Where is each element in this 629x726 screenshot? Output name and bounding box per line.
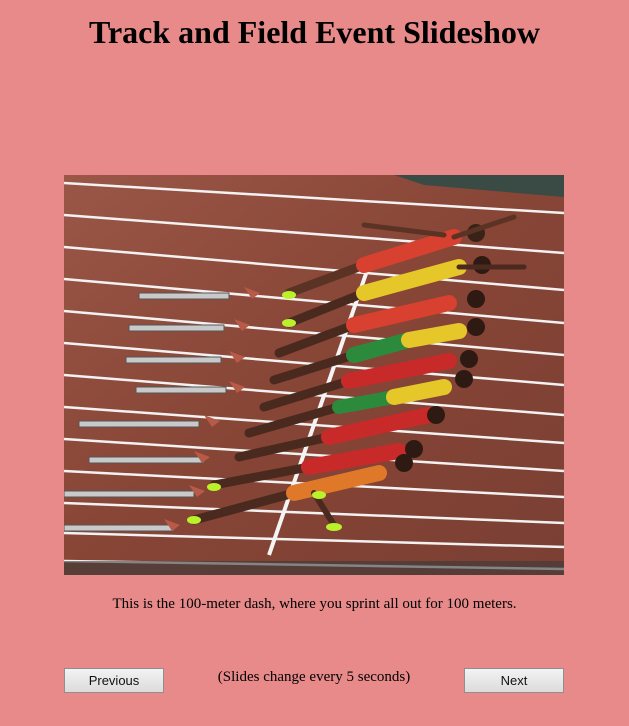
slide-image bbox=[64, 175, 564, 575]
slide-interval-note: (Slides change every 5 seconds) bbox=[217, 669, 411, 685]
next-button[interactable]: Next bbox=[464, 668, 564, 693]
page-title: Track and Field Event Slideshow bbox=[88, 14, 541, 50]
slide-caption: This is the 100-meter dash, where you sp… bbox=[112, 596, 517, 612]
sprinters-start-photo bbox=[64, 175, 564, 575]
previous-button[interactable]: Previous bbox=[64, 668, 164, 693]
